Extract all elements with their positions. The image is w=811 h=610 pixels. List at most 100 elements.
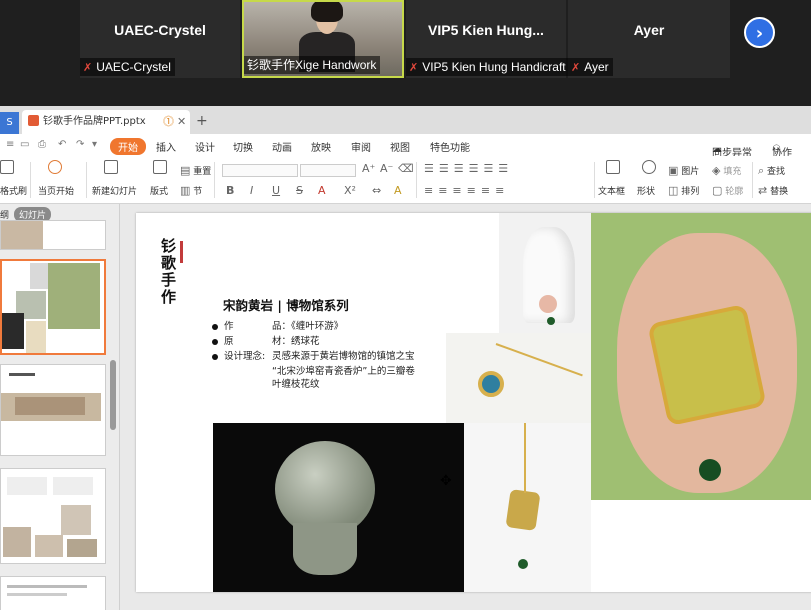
outline-button[interactable]: ▢ 轮廓 <box>712 184 743 197</box>
chevron-right-icon[interactable]: › <box>744 17 775 48</box>
textbox-icon[interactable] <box>606 160 620 174</box>
shape-icon[interactable] <box>642 160 656 174</box>
from-current-button[interactable]: 当页开始 <box>38 184 74 197</box>
textbox-button[interactable]: 文本框 <box>598 184 625 197</box>
photo-blue-pendant[interactable] <box>446 333 592 423</box>
fill-button[interactable]: ◈ 填充 <box>712 164 741 177</box>
photo-amber-pendant[interactable] <box>464 423 591 592</box>
underline-button[interactable]: U <box>272 184 280 197</box>
italic-button[interactable]: I <box>250 184 253 197</box>
format-painter-icon <box>0 160 14 174</box>
picture-button[interactable]: ▣ 图片 <box>668 164 699 177</box>
section-button[interactable]: ▥ 节 <box>180 184 202 197</box>
menu-insert[interactable]: 插入 <box>156 139 176 154</box>
close-tab-icon[interactable]: ✕ <box>177 110 186 134</box>
slide-thumbnail[interactable] <box>0 220 106 250</box>
strikethrough-button[interactable]: S <box>296 184 303 197</box>
new-slide-button[interactable]: 新建幻灯片 <box>92 184 137 197</box>
slide[interactable]: 钐 歌 手 作 宋韵黄岩 | 博物馆系列 作品：《缠叶环游》 原材：绣球花 设计… <box>136 213 811 592</box>
tab-home[interactable]: S <box>0 112 19 134</box>
participant-tile-active[interactable]: 钐歌手作Xige Handwork <box>242 0 404 78</box>
menu-slideshow[interactable]: 放映 <box>311 139 331 154</box>
ppt-file-icon <box>28 115 39 126</box>
slide-thumbnail[interactable] <box>0 364 106 456</box>
menu-animation[interactable]: 动画 <box>272 139 292 154</box>
layout-button[interactable]: 版式 <box>150 184 168 197</box>
replace-button[interactable]: ⇄ 替换 <box>758 184 788 197</box>
format-painter-button[interactable] <box>0 160 14 174</box>
font-size-select[interactable] <box>300 164 356 177</box>
info-continuation: “北宋沙埠窑青瓷香炉”上的三瓣卷 <box>272 366 415 377</box>
info-row: 作品：《缠叶环游》 <box>212 319 415 334</box>
shape-button[interactable]: 形状 <box>637 184 655 197</box>
arrange-button[interactable]: ◫ 排列 <box>668 184 699 197</box>
slide-thumbnail[interactable] <box>0 576 106 610</box>
menu-transition[interactable]: 切换 <box>233 139 253 154</box>
redo-icon[interactable]: ↷ <box>76 139 84 150</box>
muted-mic-icon: ✗ <box>409 62 419 74</box>
list-icons[interactable]: ☰☰☰☰☰☰ <box>424 162 513 175</box>
slide-title[interactable]: 宋韵黄岩 | 博物馆系列 <box>223 295 349 314</box>
menu-view[interactable]: 视图 <box>390 139 410 154</box>
font-color-button[interactable]: A <box>318 184 326 197</box>
menu-start[interactable]: 开始 <box>110 138 146 155</box>
participant-tile-3[interactable]: VIP5 Kien Hung... ✗ VIP5 Kien Hung Handic… <box>406 0 570 78</box>
clear-format-icon[interactable]: ⌫ <box>398 162 414 175</box>
move-cursor-icon: ✥ <box>440 473 452 489</box>
save-icon[interactable]: ▭ <box>20 139 29 150</box>
highlight-button[interactable]: A <box>394 184 402 197</box>
tab-document[interactable]: 钐歌手作品牌PPT.pptx ⓵ ✕ <box>22 110 190 134</box>
section-icon: ▥ <box>180 184 191 197</box>
photo-incense-burner[interactable] <box>213 423 464 592</box>
print-icon[interactable]: ⎙ <box>38 139 46 150</box>
play-icon[interactable] <box>48 160 62 174</box>
participant-label: ✗ UAEC-Crystel <box>80 58 175 76</box>
reset-button[interactable]: ▤ 重置 <box>180 164 211 177</box>
photo-unicorn-necklace[interactable] <box>499 213 591 333</box>
ribbon-toolbar: 格式刷 当页开始 新建幻灯片 版式 ▤ 重置 ▥ 节 A⁺ A⁻ ⌫ B I U… <box>0 156 811 204</box>
format-painter-label: 格式刷 <box>0 187 28 197</box>
info-row: 原材：绣球花 <box>212 334 415 349</box>
decrease-font-icon[interactable]: A⁻ <box>380 162 393 175</box>
superscript-button[interactable]: X² <box>344 184 356 197</box>
participant-label: ✗ Ayer <box>568 58 613 76</box>
slide-canvas: 钐 歌 手 作 宋韵黄岩 | 博物馆系列 作品：《缠叶环游》 原材：绣球花 设计… <box>121 204 811 610</box>
find-button[interactable]: ⌕ 查找 <box>758 164 785 178</box>
info-row: 设计理念: 灵感来源于黄岩博物馆的镇馆之宝 <box>212 349 415 364</box>
align-icons[interactable]: ≡≡≡≡≡≡ <box>424 184 509 197</box>
info-continuation: 叶缠枝花纹 <box>272 379 320 390</box>
muted-mic-icon: ✗ <box>571 62 581 74</box>
participant-name: Ayer <box>633 22 665 38</box>
participant-tile-4[interactable]: Ayer ✗ Ayer <box>568 0 730 78</box>
bold-button[interactable]: B <box>226 184 234 197</box>
product-info[interactable]: 作品：《缠叶环游》 原材：绣球花 设计理念: 灵感来源于黄岩博物馆的镇馆之宝 “北… <box>212 319 415 390</box>
font-family-select[interactable] <box>222 164 298 177</box>
warning-icon[interactable]: ⓵ <box>163 110 174 134</box>
slide-thumbnail[interactable] <box>0 468 106 564</box>
seal-mark <box>180 241 183 263</box>
customize-icon[interactable]: ▾ <box>92 139 97 150</box>
panel-scrollbar[interactable] <box>110 360 116 430</box>
new-slide-icon[interactable] <box>104 160 118 174</box>
participant-label: 钐歌手作Xige Handwork <box>244 56 381 74</box>
menu-review[interactable]: 审阅 <box>351 139 371 154</box>
outline-icon: ▢ <box>712 184 723 197</box>
participant-name: UAEC-Crystel <box>114 22 206 38</box>
menu-design[interactable]: 设计 <box>195 139 215 154</box>
participant-name: VIP5 Kien Hung... <box>428 22 544 38</box>
undo-icon[interactable]: ↶ <box>58 139 66 150</box>
tab-bar: S 钐歌手作品牌PPT.pptx ⓵ ✕ + <box>0 106 811 134</box>
menu-icon[interactable]: ≡ <box>6 139 14 150</box>
meeting-strip: UAEC-Crystel ✗ UAEC-Crystel 钐歌手作Xige Hand… <box>0 0 811 106</box>
search-icon: ⌕ <box>758 164 765 177</box>
participant-tile-1[interactable]: UAEC-Crystel ✗ UAEC-Crystel <box>80 0 240 78</box>
layout-icon[interactable] <box>153 160 167 174</box>
increase-font-icon[interactable]: A⁺ <box>362 162 375 175</box>
photo-hand-bracelet[interactable] <box>591 213 811 500</box>
reset-icon: ▤ <box>180 164 191 177</box>
slide-thumbnail-selected[interactable] <box>0 259 106 355</box>
new-tab-button[interactable]: + <box>196 113 208 129</box>
char-spacing-icon[interactable]: ⇔ <box>372 184 381 197</box>
document-name: 钐歌手作品牌PPT.pptx <box>43 116 146 127</box>
menu-features[interactable]: 特色功能 <box>430 139 470 154</box>
